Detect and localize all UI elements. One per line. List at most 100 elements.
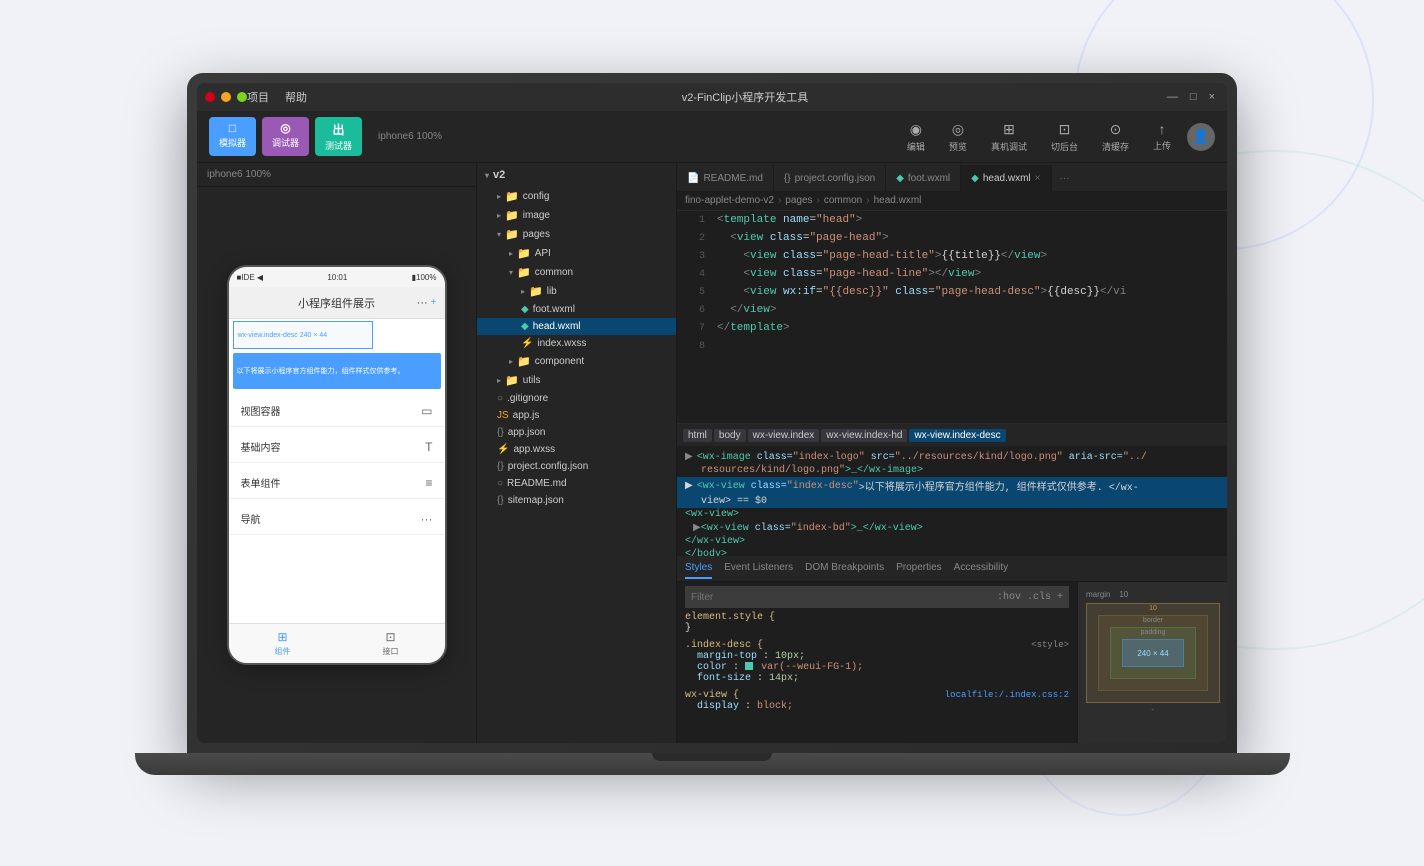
upload-action[interactable]: ↑ 上传 <box>1145 117 1179 156</box>
section-form-icon: ≡ <box>425 476 432 490</box>
laptop-screen: 项目 帮助 v2-FinClip小程序开发工具 — □ × □ 模拟器 <box>197 83 1227 743</box>
api-label: API <box>535 248 551 259</box>
breadcrumb-root[interactable]: fino-applet-demo-v2 <box>685 195 774 206</box>
close-button[interactable] <box>205 92 215 102</box>
file-app-json[interactable]: {} app.json <box>477 424 676 441</box>
style-prop-name-1: margin-top <box>697 651 757 662</box>
tab-readme[interactable]: 📄 README.md <box>677 165 774 191</box>
tab-project-config[interactable]: {} project.config.json <box>774 165 886 191</box>
edit-action[interactable]: ◉ 编辑 <box>899 117 933 157</box>
simulator-button[interactable]: □ 模拟器 <box>209 117 256 156</box>
folder-api[interactable]: 📁 API <box>477 244 676 263</box>
readme-tab-label: README.md <box>703 173 762 184</box>
app-title: v2-FinClip小程序开发工具 <box>327 89 1163 105</box>
lib-label: lib <box>547 286 557 297</box>
folder-lib[interactable]: 📁 lib <box>477 282 676 301</box>
breadcrumb-pages[interactable]: pages <box>785 195 812 206</box>
ins-tab-dom-breakpoints[interactable]: DOM Breakpoints <box>805 558 884 579</box>
menu-help[interactable]: 帮助 <box>285 89 307 105</box>
html-line-8: </body> <box>677 548 1227 556</box>
section-basic-content[interactable]: 基础内容 T <box>229 431 445 463</box>
pseudo-hint[interactable]: :hov .cls + <box>997 592 1063 603</box>
phone-nav-dots[interactable]: ··· + <box>417 297 437 309</box>
source-tag-wx-view-index-desc[interactable]: wx-view.index-desc <box>909 429 1005 442</box>
tab-interfaces-icon: ⊡ <box>385 630 395 644</box>
tab-head-wxml[interactable]: ◆ head.wxml × <box>961 165 1051 191</box>
editor-breadcrumb: fino-applet-demo-v2 › pages › common › h… <box>677 191 1227 211</box>
real-device-action[interactable]: ⊞ 真机调试 <box>983 117 1035 157</box>
style-prop-margin-top: margin-top : 10px; <box>685 651 1069 662</box>
style-wx-view-selector-row: wx-view { localfile:/.index.css:2 <box>685 690 1069 701</box>
titlebar: 项目 帮助 v2-FinClip小程序开发工具 — □ × <box>197 83 1227 111</box>
tester-button[interactable]: 出 测试器 <box>315 117 362 156</box>
ins-tab-event-listeners[interactable]: Event Listeners <box>724 558 793 579</box>
file-tree-header: v2 <box>477 163 676 187</box>
debugger-button[interactable]: ◎ 调试器 <box>262 117 309 156</box>
head-tab-close[interactable]: × <box>1035 173 1041 184</box>
source-tag-html[interactable]: html <box>683 429 712 442</box>
style-link[interactable]: localfile:/.index.css:2 <box>945 690 1069 701</box>
image-chevron-icon <box>497 211 501 220</box>
source-tag-wx-view-index[interactable]: wx-view.index <box>748 429 820 442</box>
style-prop-name-2: color <box>697 662 727 673</box>
html-line-3[interactable]: ▶ <wx-view class="index-desc" >以下将展示小程序官… <box>677 477 1227 495</box>
file-head-wxml[interactable]: ◆ head.wxml <box>477 318 676 335</box>
breadcrumb-common[interactable]: common <box>824 195 862 206</box>
maximize-button[interactable] <box>237 92 247 102</box>
file-sitemap[interactable]: {} sitemap.json <box>477 492 676 509</box>
section-view-container[interactable]: 视图容器 ▭ <box>229 395 445 427</box>
section-form[interactable]: 表单组件 ≡ <box>229 467 445 499</box>
close-icon[interactable]: × <box>1205 91 1219 103</box>
square-icon[interactable]: □ <box>1186 91 1201 103</box>
margin-top-val: 10 <box>1149 605 1157 612</box>
clear-cache-action[interactable]: ⊙ 清缓存 <box>1094 117 1137 157</box>
clear-cache-label: 清缓存 <box>1102 140 1129 153</box>
file-gitignore[interactable]: ○ .gitignore <box>477 390 676 407</box>
style-prop-color: color : var(--weui-FG-1); <box>685 662 1069 673</box>
readme-tab-icon: 📄 <box>687 173 699 184</box>
tab-interfaces[interactable]: ⊡ 接口 <box>337 624 445 663</box>
avatar[interactable]: 👤 <box>1187 123 1215 151</box>
folder-image[interactable]: 📁 image <box>477 206 676 225</box>
ins-tab-accessibility[interactable]: Accessibility <box>954 558 1008 579</box>
section-nav-label: 导航 <box>241 511 261 526</box>
ins-tab-styles[interactable]: Styles <box>685 558 712 579</box>
component-label: component <box>535 356 584 367</box>
style-selector-row: .index-desc { <style> <box>685 640 1069 651</box>
folder-component[interactable]: 📁 component <box>477 352 676 371</box>
tab-components[interactable]: ⊞ 组件 <box>229 624 337 663</box>
more-tabs-button[interactable]: ··· <box>1052 165 1078 191</box>
source-tag-body[interactable]: body <box>714 429 746 442</box>
folder-config[interactable]: 📁 config <box>477 187 676 206</box>
minimize-button[interactable] <box>221 92 231 102</box>
api-folder-icon: 📁 <box>517 247 531 260</box>
dots-icon: ··· <box>417 297 428 309</box>
styles-panel: :hov .cls + element.style { } .index-des… <box>677 582 1227 743</box>
file-index-wxss[interactable]: ⚡ index.wxss <box>477 335 676 352</box>
file-project-config[interactable]: {} project.config.json <box>477 458 676 475</box>
section-nav[interactable]: 导航 ··· <box>229 503 445 535</box>
app-wxss-label: app.wxss <box>513 444 555 455</box>
minus-icon[interactable]: — <box>1163 91 1182 103</box>
menu-project[interactable]: 项目 <box>247 89 269 105</box>
file-app-js[interactable]: JS app.js <box>477 407 676 424</box>
style-source-comment: <style> <box>1031 640 1069 651</box>
folder-utils[interactable]: 📁 utils <box>477 371 676 390</box>
styles-filter-input[interactable] <box>691 592 997 603</box>
breadcrumb-sep-2: › <box>817 195 820 206</box>
ins-tab-properties[interactable]: Properties <box>896 558 942 579</box>
breadcrumb-file[interactable]: head.wxml <box>874 195 922 206</box>
folder-pages[interactable]: 📁 pages <box>477 225 676 244</box>
folder-common[interactable]: 📁 common <box>477 263 676 282</box>
line-num-5: 5 <box>681 287 705 298</box>
file-foot-wxml[interactable]: ◆ foot.wxml <box>477 301 676 318</box>
source-tag-wx-view-index-hd[interactable]: wx-view.index-hd <box>821 429 907 442</box>
file-app-wxss[interactable]: ⚡ app.wxss <box>477 441 676 458</box>
tab-foot-wxml[interactable]: ◆ foot.wxml <box>886 165 961 191</box>
background-action[interactable]: ⊡ 切后台 <box>1043 117 1086 157</box>
code-editor[interactable]: 1 <template name="head"> 2 <view class="… <box>677 211 1227 423</box>
section-basic-label: 基础内容 <box>241 439 281 454</box>
preview-action[interactable]: ◎ 预览 <box>941 117 975 157</box>
file-readme[interactable]: ○ README.md <box>477 475 676 492</box>
editor-panel: 📄 README.md {} project.config.json ◆ foo… <box>677 163 1227 743</box>
